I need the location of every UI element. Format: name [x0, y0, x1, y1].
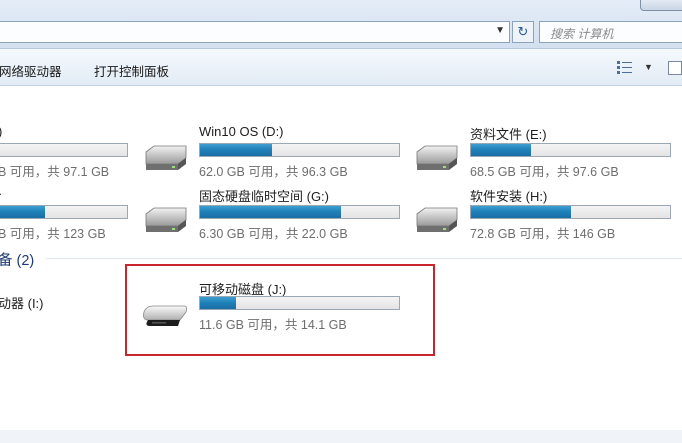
refresh-icon[interactable]: ↻ — [512, 21, 534, 43]
usage-bar — [199, 143, 400, 157]
preview-pane-icon[interactable] — [668, 61, 682, 75]
removable-disk-icon — [143, 305, 188, 326]
command-toolbar: 网络驱动器 打开控制面板 ▼ — [0, 49, 682, 86]
hard-drive-icon — [145, 145, 187, 170]
usage-bar — [470, 205, 671, 219]
usage-bar-fill — [471, 144, 531, 156]
usage-bar — [470, 143, 671, 157]
section-title-removable[interactable]: 备 (2) — [0, 249, 34, 270]
drive-name: ) — [0, 124, 2, 139]
section-divider — [46, 258, 682, 259]
free-space-text: 11.6 GB 可用，共 14.1 GB — [199, 318, 347, 332]
open-control-panel-button[interactable]: 打开控制面板 — [94, 61, 169, 80]
usage-bar-fill — [200, 297, 236, 309]
drive-i-label[interactable]: 动器 (I:) — [0, 293, 44, 312]
address-bar[interactable]: ▼ — [0, 21, 510, 43]
drive-name: 固态硬盘临时空间 (G:) — [199, 189, 329, 204]
chevron-down-icon[interactable]: ▼ — [644, 62, 653, 72]
free-space-text: B 可用，共 97.1 GB — [0, 165, 110, 179]
free-space-text: 72.8 GB 可用，共 146 GB — [470, 227, 616, 241]
free-space-text: 62.0 GB 可用，共 96.3 GB — [199, 165, 348, 179]
hard-drive-icon — [145, 207, 187, 232]
free-space-text: 6.30 GB 可用，共 22.0 GB — [199, 227, 348, 241]
usage-bar — [0, 205, 128, 219]
usage-bar-fill — [200, 206, 342, 218]
search-input[interactable]: 搜索 计算机 — [539, 21, 682, 43]
hard-drive-icon — [416, 207, 458, 232]
free-space-text: B 可用，共 123 GB — [0, 227, 106, 241]
usage-bar — [199, 205, 400, 219]
status-bar — [0, 430, 682, 443]
address-bar-area: ▼ ↻ 搜索 计算机 — [0, 0, 682, 49]
hard-drive-icon — [416, 145, 458, 170]
drive-name: 资料文件 (E:) — [470, 127, 547, 142]
chevron-down-icon[interactable]: ▼ — [495, 25, 505, 36]
free-space-text: 68.5 GB 可用，共 97.6 GB — [470, 165, 619, 179]
usage-bar — [199, 296, 400, 310]
window-control-button[interactable] — [640, 0, 682, 11]
drive-name: · — [0, 186, 2, 201]
usage-bar — [0, 143, 128, 157]
drive-name: Win10 OS (D:) — [199, 124, 284, 139]
drive-name: 软件安装 (H:) — [470, 189, 548, 204]
usage-bar-fill — [0, 206, 46, 218]
usage-bar-fill — [471, 206, 571, 218]
map-network-drive-button[interactable]: 网络驱动器 — [0, 61, 62, 80]
view-options-icon[interactable] — [617, 61, 633, 75]
usage-bar-fill — [200, 144, 272, 156]
